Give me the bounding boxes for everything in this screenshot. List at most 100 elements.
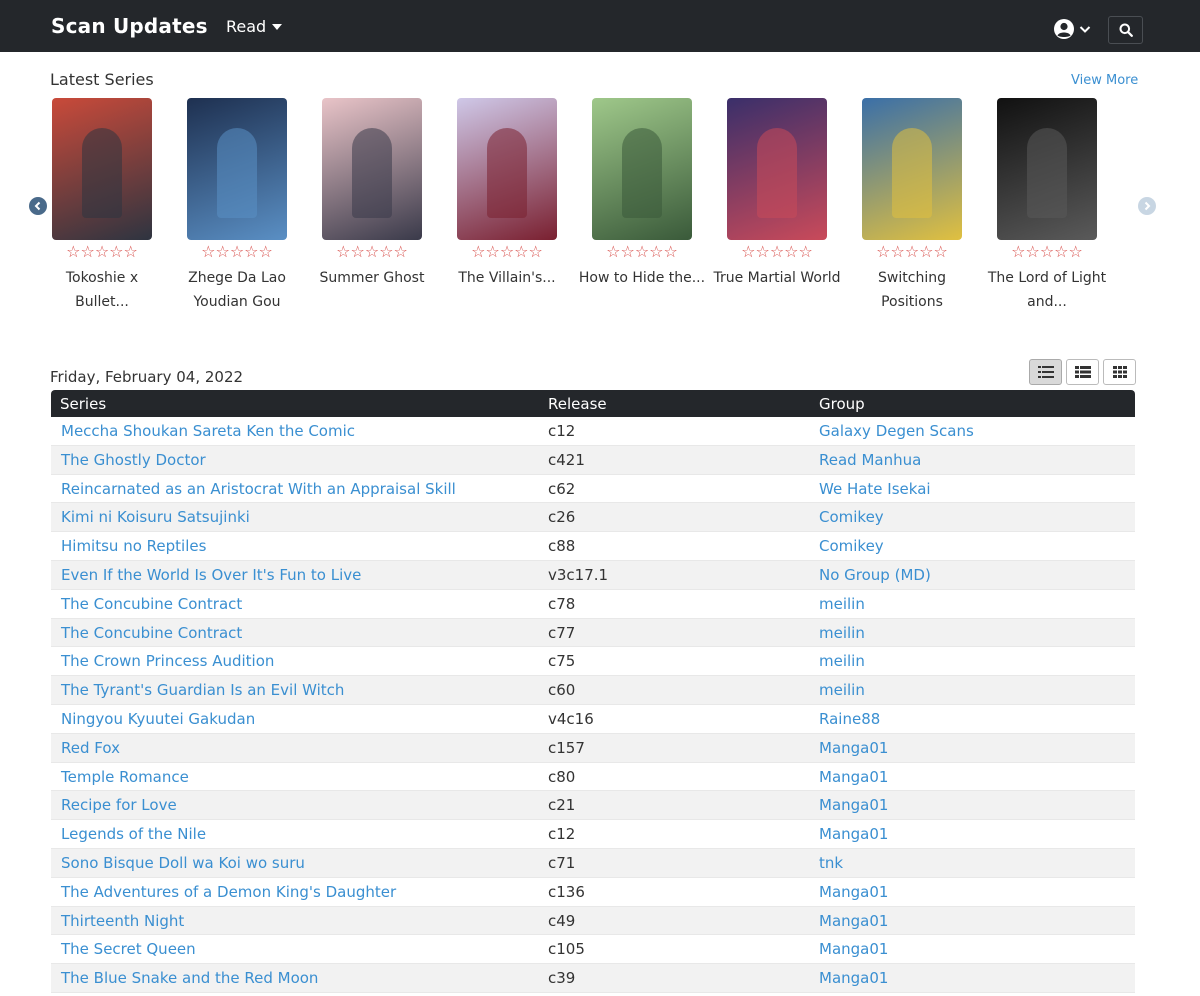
star-rating[interactable]: ☆☆☆☆☆ bbox=[442, 242, 572, 262]
series-link[interactable]: Even If the World Is Over It's Fun to Li… bbox=[61, 566, 361, 584]
read-dropdown[interactable]: Read bbox=[226, 17, 283, 36]
series-card-title[interactable]: Zhege Da Lao Youdian Gou bbox=[172, 266, 302, 314]
group-link[interactable]: Manga01 bbox=[819, 796, 888, 814]
star-rating[interactable]: ☆☆☆☆☆ bbox=[172, 242, 302, 262]
series-link[interactable]: The Tyrant's Guardian Is an Evil Witch bbox=[61, 681, 344, 699]
series-link[interactable]: Meccha Shoukan Sareta Ken the Comic bbox=[61, 422, 355, 440]
group-link[interactable]: meilin bbox=[819, 652, 865, 670]
series-card-title[interactable]: The Lord of Light and... bbox=[982, 266, 1112, 314]
series-card-title[interactable]: Summer Ghost bbox=[307, 266, 437, 290]
release-cell: c88 bbox=[548, 537, 576, 556]
view-more-link[interactable]: View More bbox=[1071, 73, 1138, 88]
group-link[interactable]: Manga01 bbox=[819, 768, 888, 786]
series-link[interactable]: The Secret Queen bbox=[61, 940, 196, 958]
series-card[interactable]: ☆☆☆☆☆ How to Hide the... bbox=[577, 98, 707, 290]
release-cell: c26 bbox=[548, 508, 576, 527]
group-link[interactable]: No Group (MD) bbox=[819, 566, 931, 584]
series-card-title[interactable]: The Villain's... bbox=[442, 266, 572, 290]
latest-series-title: Latest Series bbox=[50, 70, 154, 89]
series-cover-image[interactable] bbox=[862, 98, 962, 240]
carousel-next-button[interactable] bbox=[1138, 197, 1156, 215]
series-link[interactable]: The Crown Princess Audition bbox=[61, 652, 274, 670]
group-link[interactable]: Manga01 bbox=[819, 969, 888, 987]
table-row: The Tyrant's Guardian Is an Evil Witch c6… bbox=[51, 676, 1135, 705]
group-link[interactable]: Manga01 bbox=[819, 825, 888, 843]
search-button[interactable] bbox=[1108, 16, 1143, 44]
group-link[interactable]: Manga01 bbox=[819, 739, 888, 757]
series-card[interactable]: ☆☆☆☆☆ True Martial World bbox=[712, 98, 842, 290]
group-link[interactable]: Manga01 bbox=[819, 940, 888, 958]
read-dropdown-label: Read bbox=[226, 17, 267, 36]
release-cell: c12 bbox=[548, 422, 576, 440]
series-link[interactable]: The Adventures of a Demon King's Daughte… bbox=[61, 883, 396, 901]
series-card[interactable]: ☆☆☆☆☆ Switching Positions bbox=[847, 98, 977, 314]
series-card-title[interactable]: Tokoshie x Bullet... bbox=[37, 266, 167, 314]
star-rating[interactable]: ☆☆☆☆☆ bbox=[847, 242, 977, 262]
group-link[interactable]: We Hate Isekai bbox=[819, 480, 931, 498]
series-card[interactable]: ☆☆☆☆☆ The Lord of Light and... bbox=[982, 98, 1112, 314]
series-link[interactable]: Red Fox bbox=[61, 739, 120, 757]
series-link[interactable]: Kimi ni Koisuru Satsujinki bbox=[61, 508, 250, 526]
top-navbar: Scan Updates Read bbox=[0, 0, 1200, 52]
series-link[interactable]: Sono Bisque Doll wa Koi wo suru bbox=[61, 854, 305, 872]
group-link[interactable]: Comikey bbox=[819, 508, 884, 526]
release-cell: c80 bbox=[548, 767, 576, 786]
series-link[interactable]: Ningyou Kyuutei Gakudan bbox=[61, 710, 255, 728]
series-link[interactable]: Recipe for Love bbox=[61, 796, 177, 814]
group-link[interactable]: tnk bbox=[819, 854, 843, 872]
group-link[interactable]: meilin bbox=[819, 595, 865, 613]
series-link[interactable]: The Concubine Contract bbox=[61, 595, 242, 613]
series-link[interactable]: The Blue Snake and the Red Moon bbox=[61, 969, 318, 987]
header-release: Release bbox=[548, 395, 607, 413]
release-cell: c60 bbox=[548, 681, 576, 700]
star-rating[interactable]: ☆☆☆☆☆ bbox=[982, 242, 1112, 262]
star-rating[interactable]: ☆☆☆☆☆ bbox=[577, 242, 707, 262]
series-link[interactable]: Legends of the Nile bbox=[61, 825, 206, 843]
user-circle-icon bbox=[1054, 19, 1074, 39]
series-cover-image[interactable] bbox=[997, 98, 1097, 240]
series-link[interactable]: Thirteenth Night bbox=[61, 912, 184, 930]
grid-view-button[interactable] bbox=[1103, 359, 1136, 385]
series-link[interactable]: Himitsu no Reptiles bbox=[61, 537, 206, 555]
group-link[interactable]: Raine88 bbox=[819, 710, 880, 728]
table-row: The Secret Queen c105 Manga01 bbox=[51, 935, 1135, 965]
series-card-title[interactable]: How to Hide the... bbox=[577, 266, 707, 290]
chevron-right-icon bbox=[1144, 201, 1151, 211]
star-rating[interactable]: ☆☆☆☆☆ bbox=[307, 242, 437, 262]
series-card[interactable]: ☆☆☆☆☆ Tokoshie x Bullet... bbox=[37, 98, 167, 314]
series-card[interactable]: ☆☆☆☆☆ The Villain's... bbox=[442, 98, 572, 290]
search-icon bbox=[1119, 23, 1133, 37]
updates-table: Series Release Group Meccha Shoukan Sare… bbox=[51, 390, 1135, 993]
series-cover-image[interactable] bbox=[52, 98, 152, 240]
release-cell: c136 bbox=[548, 882, 585, 901]
series-card[interactable]: ☆☆☆☆☆ Zhege Da Lao Youdian Gou bbox=[172, 98, 302, 314]
series-card[interactable]: ☆☆☆☆☆ Summer Ghost bbox=[307, 98, 437, 290]
series-cover-image[interactable] bbox=[592, 98, 692, 240]
table-row: Temple Romance c80 Manga01 bbox=[51, 762, 1135, 792]
series-cover-image[interactable] bbox=[187, 98, 287, 240]
star-rating[interactable]: ☆☆☆☆☆ bbox=[712, 242, 842, 262]
star-rating[interactable]: ☆☆☆☆☆ bbox=[37, 242, 167, 262]
series-card-title[interactable]: Switching Positions bbox=[847, 266, 977, 314]
release-cell: c75 bbox=[548, 652, 576, 671]
group-link[interactable]: meilin bbox=[819, 624, 865, 642]
list-view-button[interactable] bbox=[1029, 359, 1062, 385]
series-link[interactable]: Temple Romance bbox=[61, 768, 189, 786]
group-link[interactable]: Manga01 bbox=[819, 912, 888, 930]
list-icon bbox=[1037, 366, 1054, 378]
group-link[interactable]: Galaxy Degen Scans bbox=[819, 422, 974, 440]
series-card-title[interactable]: True Martial World bbox=[712, 266, 842, 290]
series-link[interactable]: Reincarnated as an Aristocrat With an Ap… bbox=[61, 480, 456, 498]
user-menu[interactable] bbox=[1053, 18, 1091, 40]
series-link[interactable]: The Concubine Contract bbox=[61, 624, 242, 642]
series-cover-image[interactable] bbox=[727, 98, 827, 240]
group-link[interactable]: Comikey bbox=[819, 537, 884, 555]
series-link[interactable]: The Ghostly Doctor bbox=[61, 451, 206, 469]
group-link[interactable]: Manga01 bbox=[819, 883, 888, 901]
site-brand[interactable]: Scan Updates bbox=[51, 14, 208, 38]
series-cover-image[interactable] bbox=[457, 98, 557, 240]
group-link[interactable]: Read Manhua bbox=[819, 451, 921, 469]
group-link[interactable]: meilin bbox=[819, 681, 865, 699]
detail-list-view-button[interactable] bbox=[1066, 359, 1099, 385]
series-cover-image[interactable] bbox=[322, 98, 422, 240]
